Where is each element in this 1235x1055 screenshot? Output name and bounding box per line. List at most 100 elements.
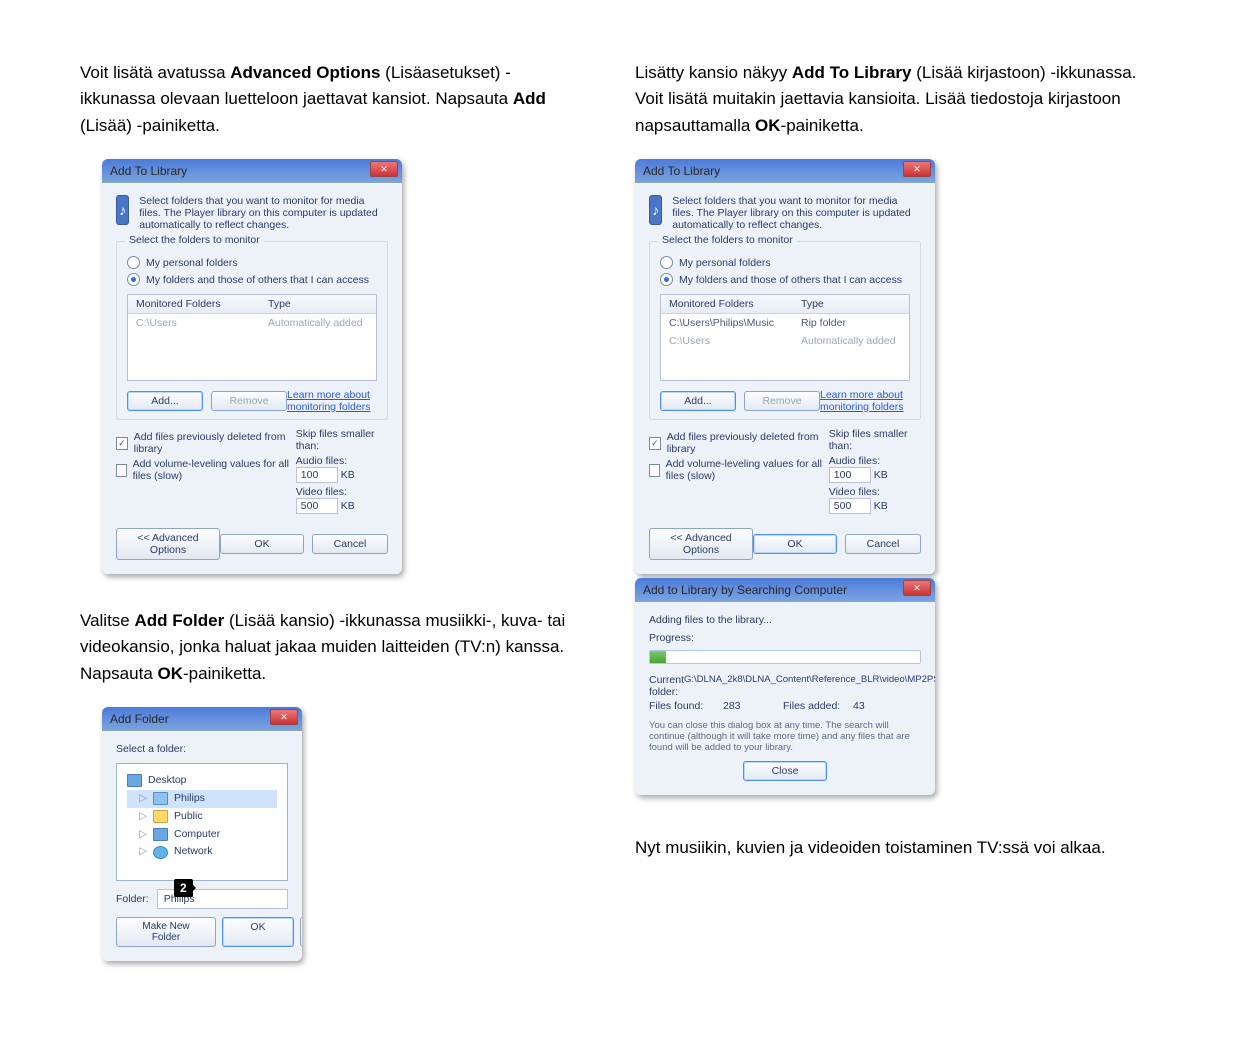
- close-button[interactable]: Close: [743, 761, 827, 781]
- desc: Select folders that you want to monitor …: [139, 195, 388, 231]
- unit: KB: [874, 500, 888, 512]
- desc: Select folders that you want to monitor …: [672, 195, 921, 231]
- ok-button[interactable]: OK: [753, 534, 837, 554]
- learn-link[interactable]: Learn more about monitoring folders: [820, 389, 910, 413]
- titlebar: Add To Library ✕: [102, 159, 402, 183]
- label: My folders and those of others that I ca…: [146, 274, 369, 286]
- folder-tree[interactable]: Desktop ▷Philips ▷Public ▷Computer ▷Netw…: [116, 763, 288, 881]
- text: (Lisää) -painiketta.: [80, 116, 220, 135]
- ok-button[interactable]: OK: [222, 917, 294, 947]
- label: Add files previously deleted from librar…: [667, 431, 829, 455]
- item: Network: [174, 843, 213, 861]
- remove-button[interactable]: Remove: [744, 391, 820, 411]
- label: Files added:: [783, 700, 853, 712]
- bold: OK: [755, 116, 781, 135]
- close-icon[interactable]: ✕: [270, 709, 298, 725]
- bold: Advanced Options: [230, 63, 380, 82]
- dialog-add-to-library-1: Add To Library ✕ ♪ Select folders that y…: [102, 159, 402, 574]
- value: 43: [853, 700, 865, 712]
- text: Voit lisätä avatussa: [80, 63, 230, 82]
- folder-list[interactable]: Monitored FoldersType C:\Users\Philips\M…: [660, 294, 910, 381]
- chk-deleted[interactable]: Add files previously deleted from librar…: [116, 431, 296, 455]
- folder-icon: [153, 810, 168, 823]
- unit: KB: [874, 469, 888, 481]
- item: Philips: [174, 790, 205, 808]
- cell: Rip folder: [793, 314, 909, 332]
- value: G:\DLNA_2k8\DLNA_Content\Reference_BLR\v…: [684, 674, 935, 698]
- cancel-button[interactable]: Cancel: [845, 534, 921, 554]
- close-icon[interactable]: ✕: [903, 580, 931, 596]
- label: Progress:: [649, 632, 921, 644]
- cell: C:\Users: [661, 332, 793, 350]
- text: Valitse: [80, 611, 135, 630]
- label: Files found:: [649, 700, 723, 712]
- label: Audio files:: [829, 455, 887, 467]
- para-r1: Lisätty kansio näkyy Add To Library (Lis…: [635, 60, 1140, 139]
- add-button[interactable]: Add...: [660, 391, 736, 411]
- video-input[interactable]: 500: [296, 498, 338, 514]
- label: My personal folders: [679, 257, 771, 269]
- folder-icon: [153, 792, 168, 805]
- unit: KB: [341, 500, 355, 512]
- label: Audio files:: [296, 455, 354, 467]
- make-folder-button[interactable]: Make New Folder: [116, 917, 216, 947]
- title: Add To Library: [643, 164, 720, 178]
- audio-input[interactable]: 100: [829, 467, 871, 483]
- cell: Automatically added: [260, 314, 376, 332]
- item: Desktop: [148, 772, 187, 790]
- bold: Add To Library: [792, 63, 912, 82]
- advanced-button[interactable]: << Advanced Options: [116, 528, 220, 560]
- label: Add volume-leveling values for all files…: [133, 458, 296, 482]
- note: You can close this dialog box at any tim…: [649, 720, 921, 753]
- ok-button[interactable]: OK: [220, 534, 304, 554]
- cancel-button[interactable]: Cancel: [300, 917, 302, 947]
- radio-others[interactable]: My folders and those of others that I ca…: [660, 273, 910, 286]
- learn-link[interactable]: Learn more about monitoring folders: [287, 389, 377, 413]
- radio-personal[interactable]: My personal folders: [127, 256, 377, 269]
- label: Add files previously deleted from librar…: [134, 431, 296, 455]
- titlebar: Add To Library ✕: [635, 159, 935, 183]
- col: Monitored Folders: [661, 295, 793, 313]
- computer-icon: [153, 828, 168, 841]
- label: Video files:: [829, 486, 887, 498]
- chk-volume[interactable]: Add volume-leveling values for all files…: [649, 458, 829, 482]
- skip-label: Skip files smaller than:: [296, 428, 388, 452]
- bold: Add Folder: [135, 611, 225, 630]
- col: Type: [793, 295, 909, 313]
- para-1: Voit lisätä avatussa Advanced Options (L…: [80, 60, 585, 139]
- add-button[interactable]: Add...: [127, 391, 203, 411]
- label: Current folder:: [649, 674, 684, 698]
- unit: KB: [341, 469, 355, 481]
- audio-input[interactable]: 100: [296, 467, 338, 483]
- legend: Select the folders to monitor: [658, 234, 797, 246]
- label: Folder:: [116, 893, 149, 905]
- title: Add to Library by Searching Computer: [643, 583, 847, 597]
- cancel-button[interactable]: Cancel: [312, 534, 388, 554]
- radio-personal[interactable]: My personal folders: [660, 256, 910, 269]
- advanced-button[interactable]: << Advanced Options: [649, 528, 753, 560]
- titlebar: Add Folder ✕: [102, 707, 302, 731]
- para-r2: Nyt musiikin, kuvien ja videoiden toista…: [635, 835, 1140, 861]
- radio-others[interactable]: My folders and those of others that I ca…: [127, 273, 377, 286]
- bold: OK: [158, 664, 184, 683]
- folder-list[interactable]: Monitored FoldersType C:\UsersAutomatica…: [127, 294, 377, 381]
- library-icon: ♪: [116, 195, 129, 225]
- bold: Add: [513, 89, 546, 108]
- close-icon[interactable]: ✕: [370, 161, 398, 177]
- progress-bar: [649, 650, 921, 664]
- cell: Automatically added: [793, 332, 909, 350]
- chk-volume[interactable]: Add volume-leveling values for all files…: [116, 458, 296, 482]
- title: Add Folder: [110, 712, 169, 726]
- video-input[interactable]: 500: [829, 498, 871, 514]
- group: Select the folders to monitor My persona…: [116, 241, 388, 420]
- label: Select a folder:: [116, 743, 288, 755]
- dialog-add-to-library-2: Add To Library ✕ ♪ Select folders that y…: [635, 159, 935, 574]
- cell: C:\Users\Philips\Music: [661, 314, 793, 332]
- remove-button[interactable]: Remove: [211, 391, 287, 411]
- chk-deleted[interactable]: Add files previously deleted from librar…: [649, 431, 829, 455]
- item: Computer: [174, 826, 220, 844]
- close-icon[interactable]: ✕: [903, 161, 931, 177]
- callout-2: 2: [174, 879, 193, 897]
- right-column: Lisätty kansio näkyy Add To Library (Lis…: [635, 60, 1140, 995]
- text: -painiketta.: [183, 664, 266, 683]
